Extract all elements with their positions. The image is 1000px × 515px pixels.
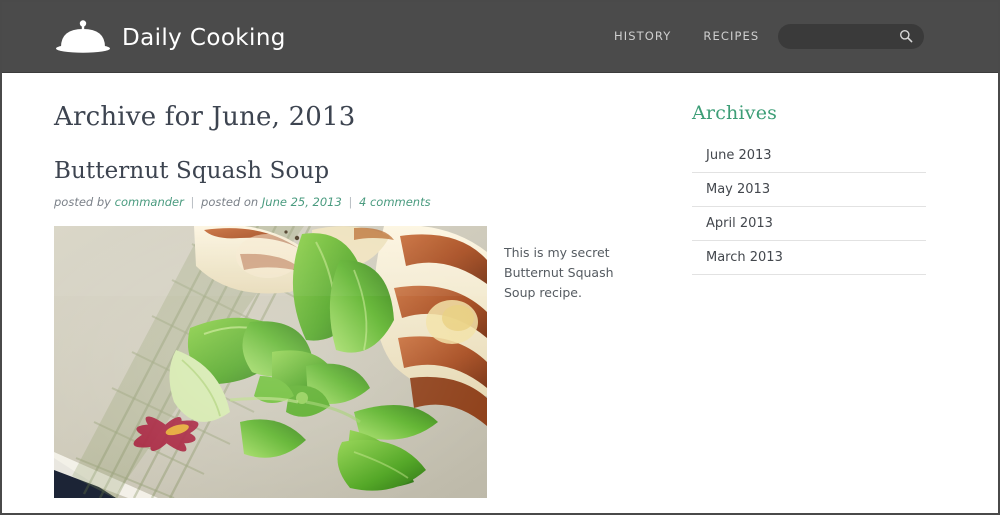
post-date-link[interactable]: June 25, 2013	[262, 195, 342, 209]
sidebar-item-may-2013[interactable]: May 2013	[692, 173, 926, 206]
list-item: March 2013	[692, 241, 926, 275]
nav-item-history[interactable]: HISTORY	[614, 29, 671, 43]
list-item: May 2013	[692, 173, 926, 207]
sidebar-item-march-2013[interactable]: March 2013	[692, 241, 926, 274]
post-meta-author-label: posted by	[54, 194, 111, 209]
post-author-link[interactable]: commander	[115, 195, 184, 209]
main-navigation: HISTORY RECIPES	[614, 29, 759, 43]
site-logo-link[interactable]: Daily Cooking	[54, 16, 286, 60]
sidebar-item-april-2013[interactable]: April 2013	[692, 207, 926, 240]
post-body: This is my secret Butternut Squash Soup …	[54, 225, 654, 506]
archives-list: June 2013 May 2013 April 2013 March 2013	[692, 124, 926, 275]
page-root: Daily Cooking HISTORY RECIPES Archive fo…	[0, 0, 1000, 515]
post-title-link[interactable]: Butternut Squash Soup	[54, 158, 329, 184]
sidebar-title-archives: Archives	[692, 102, 778, 124]
main-column: Archive for June, 2013 Butternut Squash …	[54, 73, 654, 506]
post-meta-separator-1: |	[190, 194, 195, 209]
nav-item-recipes[interactable]: RECIPES	[703, 29, 759, 43]
post-featured-image[interactable]	[54, 225, 487, 498]
search-box[interactable]	[778, 24, 924, 49]
post-meta-separator-2: |	[348, 194, 353, 209]
content-area: Archive for June, 2013 Butternut Squash …	[2, 73, 998, 513]
post-meta: posted by commander | posted on June 25,…	[54, 184, 654, 209]
site-header: Daily Cooking HISTORY RECIPES	[2, 2, 998, 73]
site-title: Daily Cooking	[122, 25, 286, 51]
post-meta-date-label: posted on	[201, 194, 259, 209]
cloche-icon	[54, 19, 112, 57]
post-excerpt: This is my secret Butternut Squash Soup …	[504, 245, 614, 301]
search-input[interactable]	[778, 24, 900, 49]
post-comments-link[interactable]: 4 comments	[359, 195, 431, 209]
list-item: April 2013	[692, 207, 926, 241]
post-title: Butternut Squash Soup	[54, 132, 654, 184]
list-item: June 2013	[692, 139, 926, 173]
archive-page-title: Archive for June, 2013	[54, 102, 356, 132]
sidebar: Archives June 2013 May 2013 April 2013 M…	[692, 73, 926, 275]
sidebar-item-june-2013[interactable]: June 2013	[692, 139, 926, 172]
